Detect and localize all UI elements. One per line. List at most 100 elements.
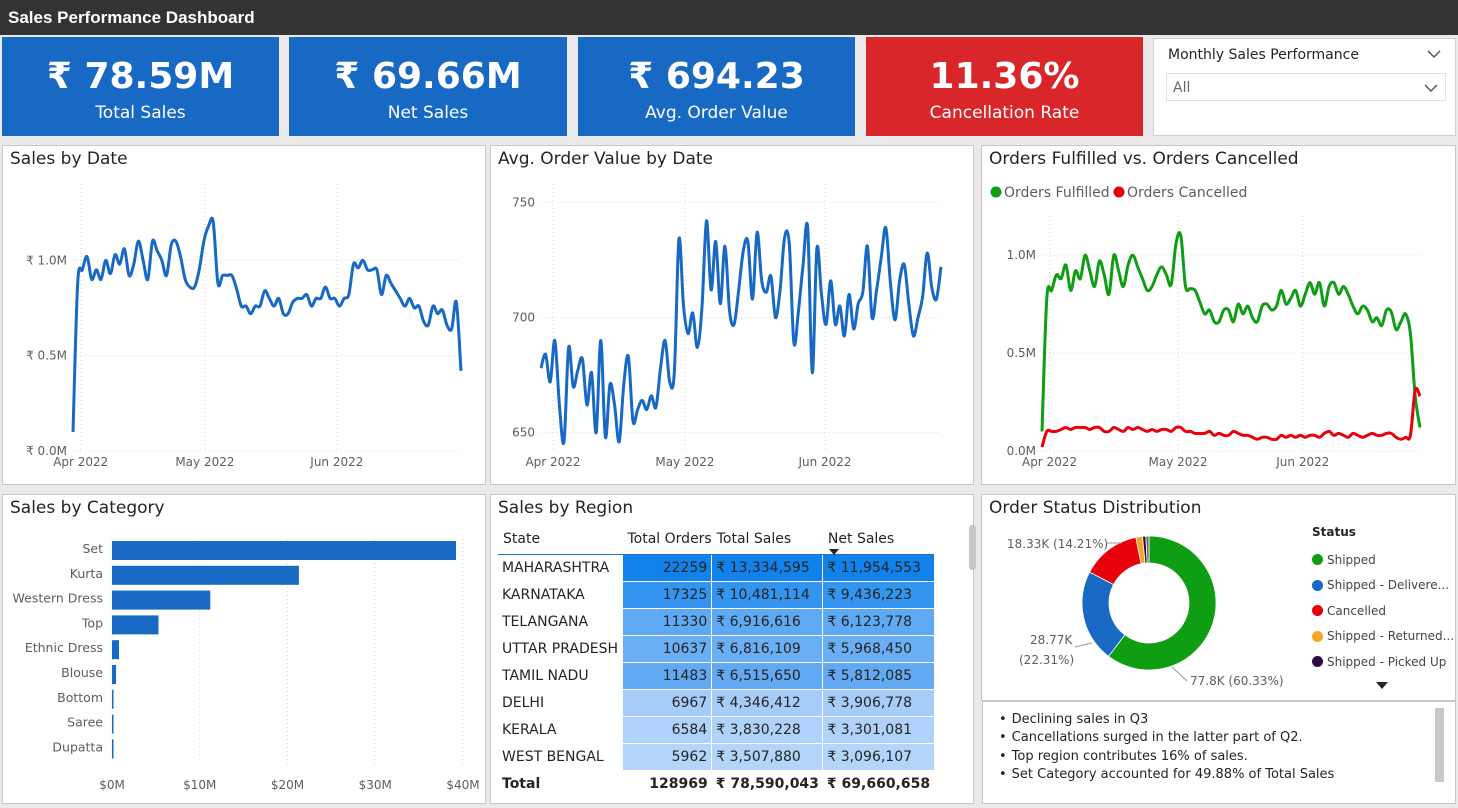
category-label: Saree: [67, 715, 103, 730]
legend-label: Shipped - Picked Up: [1327, 654, 1447, 669]
sales-by-region-panel: Sales by Region State Total Orders Total…: [490, 494, 976, 804]
caret-down-icon[interactable]: [1376, 682, 1388, 690]
legend-label: Shipped: [1327, 552, 1376, 567]
sales-cell: ₹ 6,515,650: [711, 662, 823, 690]
series-line: [539, 219, 943, 446]
orders-cell: 10637: [621, 635, 712, 663]
slicer-selected-value: All: [1173, 80, 1191, 96]
table-row[interactable]: KARNATAKA 17325 ₹ 10,481,114 ₹ 9,436,223: [498, 581, 935, 609]
net-sales-cell: ₹ 6,123,778: [822, 608, 935, 636]
column-header-net-sales[interactable]: Net Sales: [822, 524, 935, 555]
table-row[interactable]: WEST BENGAL 5962 ₹ 3,507,880 ₹ 3,096,107: [498, 743, 935, 771]
orders-fulfilled-chart: 0.0M0.5M1.0MApr 2022 May 2022 Jun 2022Orde…: [990, 185, 1422, 469]
orders-fulfilled-panel: Orders Fulfilled vs. Orders Cancelled 0.…: [981, 145, 1456, 485]
y-tick-label: 750: [512, 195, 535, 209]
legend-swatch: [1312, 579, 1323, 591]
table-scrollbar[interactable]: [969, 525, 976, 570]
x-tick-label: Jun 2022: [797, 455, 851, 469]
insights-scrollbar[interactable]: [1435, 708, 1444, 782]
x-tick-label: $10M: [183, 778, 216, 792]
orders-cell: 11330: [621, 608, 712, 636]
table-row[interactable]: TAMIL NADU 11483 ₹ 6,515,650 ₹ 5,812,085: [498, 662, 935, 690]
x-tick-label: Apr 2022: [525, 455, 580, 469]
series-line: [1040, 386, 1422, 448]
table-row[interactable]: KERALA 6584 ₹ 3,830,228 ₹ 3,301,081: [498, 716, 935, 744]
legend-marker: [990, 186, 1002, 198]
total-label: Total: [498, 769, 623, 798]
net-sales-cell: ₹ 3,301,081: [822, 716, 935, 744]
column-header-total-orders[interactable]: Total Orders: [622, 524, 712, 555]
bar: [112, 590, 211, 610]
state-cell: TELANGANA: [498, 608, 623, 636]
legend-label: Shipped - Returned...: [1327, 629, 1455, 644]
bar: [112, 615, 159, 635]
sales-by-date-panel: Sales by Date ₹ 0.0M ₹ 0.5M ₹ 1.0M Apr 2022…: [2, 145, 486, 485]
kpi-avg-order-value: ₹ 694.23 Avg. Order Value: [578, 37, 855, 136]
y-tick-label: 700: [512, 311, 535, 325]
kpi-value: 11.36%: [929, 56, 1080, 97]
category-label: Dupatta: [52, 739, 103, 754]
bar: [112, 714, 114, 734]
dashboard-page: { "header": {"title": "Sales Performance…: [0, 0, 1458, 808]
sales-cell: ₹ 6,816,109: [711, 635, 823, 663]
bar: [112, 640, 120, 660]
legend-item[interactable]: Shipped - Picked Up: [1312, 649, 1454, 675]
total-orders: 128969: [622, 769, 712, 798]
net-sales-cell: ₹ 3,096,107: [822, 743, 935, 771]
legend-item[interactable]: Shipped - Returned...: [1312, 624, 1454, 650]
legend-item[interactable]: Cancelled: [1312, 598, 1454, 624]
kpi-value: ₹ 78.59M: [46, 56, 235, 97]
category-label: Bottom: [57, 690, 103, 705]
slicer-dropdown[interactable]: All: [1166, 73, 1446, 101]
legend-marker: [1113, 186, 1125, 198]
y-tick-label: 1.0M: [1007, 248, 1036, 262]
table-row[interactable]: UTTAR PRADESH 10637 ₹ 6,816,109 ₹ 5,968,450: [498, 635, 935, 663]
table-total-row: Total 128969 ₹ 78,590,043 ₹ 69,660,658: [498, 769, 935, 798]
kpi-total-sales: ₹ 78.59M Total Sales: [2, 37, 279, 136]
net-sales-cell: ₹ 5,968,450: [822, 635, 935, 663]
legend-swatch: [1312, 630, 1323, 642]
y-tick-label: ₹ 1.0M: [26, 253, 67, 267]
dropdown-chevron-icon: [1424, 84, 1438, 93]
state-cell: MAHARASHTRA: [498, 554, 623, 582]
x-tick-label: Apr 2022: [53, 455, 108, 469]
table-row[interactable]: DELHI 6967 ₹ 4,346,412 ₹ 3,906,778: [498, 689, 935, 717]
data-label: (22.31%): [1019, 653, 1074, 667]
legend-label: Orders Cancelled: [1127, 185, 1247, 201]
insight-item: Cancellations surged in the latter part …: [999, 729, 1334, 747]
month-slicer: Monthly Sales Performance All: [1153, 38, 1456, 136]
leader-line: [1074, 642, 1093, 648]
insights-panel: Declining sales in Q3 Cancellations surg…: [982, 701, 1456, 804]
series-line: [1040, 231, 1422, 432]
kpi-label: Avg. Order Value: [645, 103, 788, 123]
column-header-total-sales[interactable]: Total Sales: [711, 524, 823, 555]
legend-label: Cancelled: [1327, 603, 1386, 618]
legend-label: Shipped - Delivere...: [1327, 578, 1450, 593]
total-net-sales: ₹ 69,660,658: [822, 769, 935, 798]
kpi-label: Cancellation Rate: [929, 103, 1080, 123]
state-cell: DELHI: [498, 689, 623, 717]
legend-item[interactable]: Shipped - Delivere...: [1312, 573, 1454, 599]
sales-cell: ₹ 3,830,228: [711, 716, 823, 744]
state-cell: KARNATAKA: [498, 581, 623, 609]
sales-by-date-chart: ₹ 0.0M₹ 0.5M₹ 1.0MApr 2022 May 2022 Jun 20…: [26, 184, 463, 469]
insight-item: Declining sales in Q3: [999, 711, 1334, 729]
category-label: Top: [81, 615, 103, 630]
x-tick-label: May 2022: [1148, 455, 1207, 469]
legend-item[interactable]: Shipped: [1312, 547, 1454, 573]
x-tick-label: May 2022: [655, 455, 714, 469]
orders-cell: 11483: [621, 662, 712, 690]
table-row[interactable]: TELANGANA 11330 ₹ 6,916,616 ₹ 6,123,778: [498, 608, 935, 636]
net-sales-cell: ₹ 9,436,223: [822, 581, 935, 609]
category-label: Set: [82, 541, 103, 556]
kpi-net-sales: ₹ 69.66M Net Sales: [289, 37, 567, 136]
chevron-down-icon[interactable]: [1426, 48, 1442, 60]
kpi-cancellation-rate: 11.36% Cancellation Rate: [866, 37, 1143, 136]
net-sales-cell: ₹ 5,812,085: [822, 662, 935, 690]
category-label: Kurta: [70, 566, 103, 581]
x-tick-label: May 2022: [175, 455, 234, 469]
column-header-state[interactable]: State: [498, 524, 623, 555]
table-row[interactable]: MAHARASHTRA 22259 ₹ 13,334,595 ₹ 11,954,553: [498, 554, 935, 582]
net-sales-cell: ₹ 3,906,778: [822, 689, 935, 717]
region-table: State Total Orders Total Sales Net Sales…: [498, 524, 935, 798]
